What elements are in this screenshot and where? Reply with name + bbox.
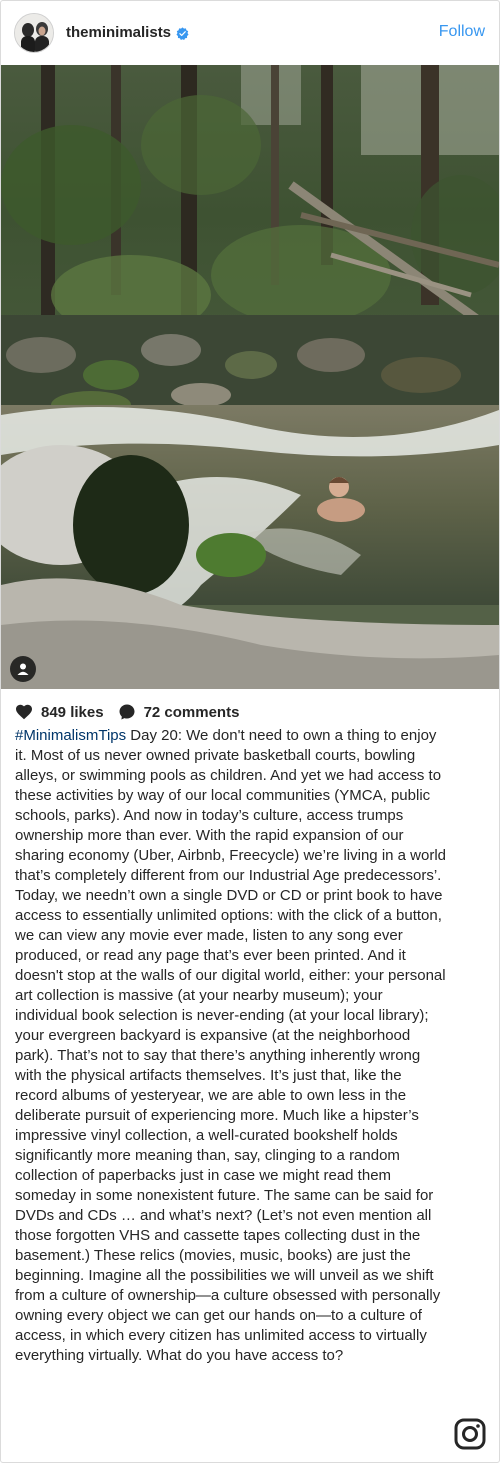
comments-count: 72 comments — [143, 703, 240, 721]
follow-button[interactable]: Follow — [439, 21, 485, 43]
hashtag-link[interactable]: #MinimalismTips — [15, 727, 126, 744]
verified-badge-icon — [176, 26, 189, 40]
username-text: theminimalists — [66, 24, 172, 41]
username-link[interactable]: theminimalists — [66, 23, 189, 43]
heart-icon — [16, 704, 32, 720]
likes-link[interactable]: 849 likes — [15, 704, 104, 721]
post-photo[interactable] — [1, 65, 499, 689]
comment-bubble-icon — [119, 704, 135, 720]
post-header: theminimalists Follow — [1, 1, 499, 65]
user-tag-icon — [17, 663, 29, 675]
post-stats: 849 likes 72 comments — [15, 701, 253, 723]
post-caption: #MinimalismTips Day 20: We don't need to… — [15, 726, 447, 1366]
user-tag-button[interactable] — [10, 656, 36, 682]
comments-link[interactable]: 72 comments — [118, 703, 240, 721]
avatar[interactable] — [14, 13, 54, 53]
instagram-logo-icon[interactable] — [454, 1418, 486, 1450]
likes-count: 849 likes — [41, 703, 104, 721]
caption-text: Day 20: We don't need to own a thing to … — [15, 727, 447, 1364]
instagram-embed: theminimalists Follow 849 likes 72 comme… — [0, 0, 500, 1463]
